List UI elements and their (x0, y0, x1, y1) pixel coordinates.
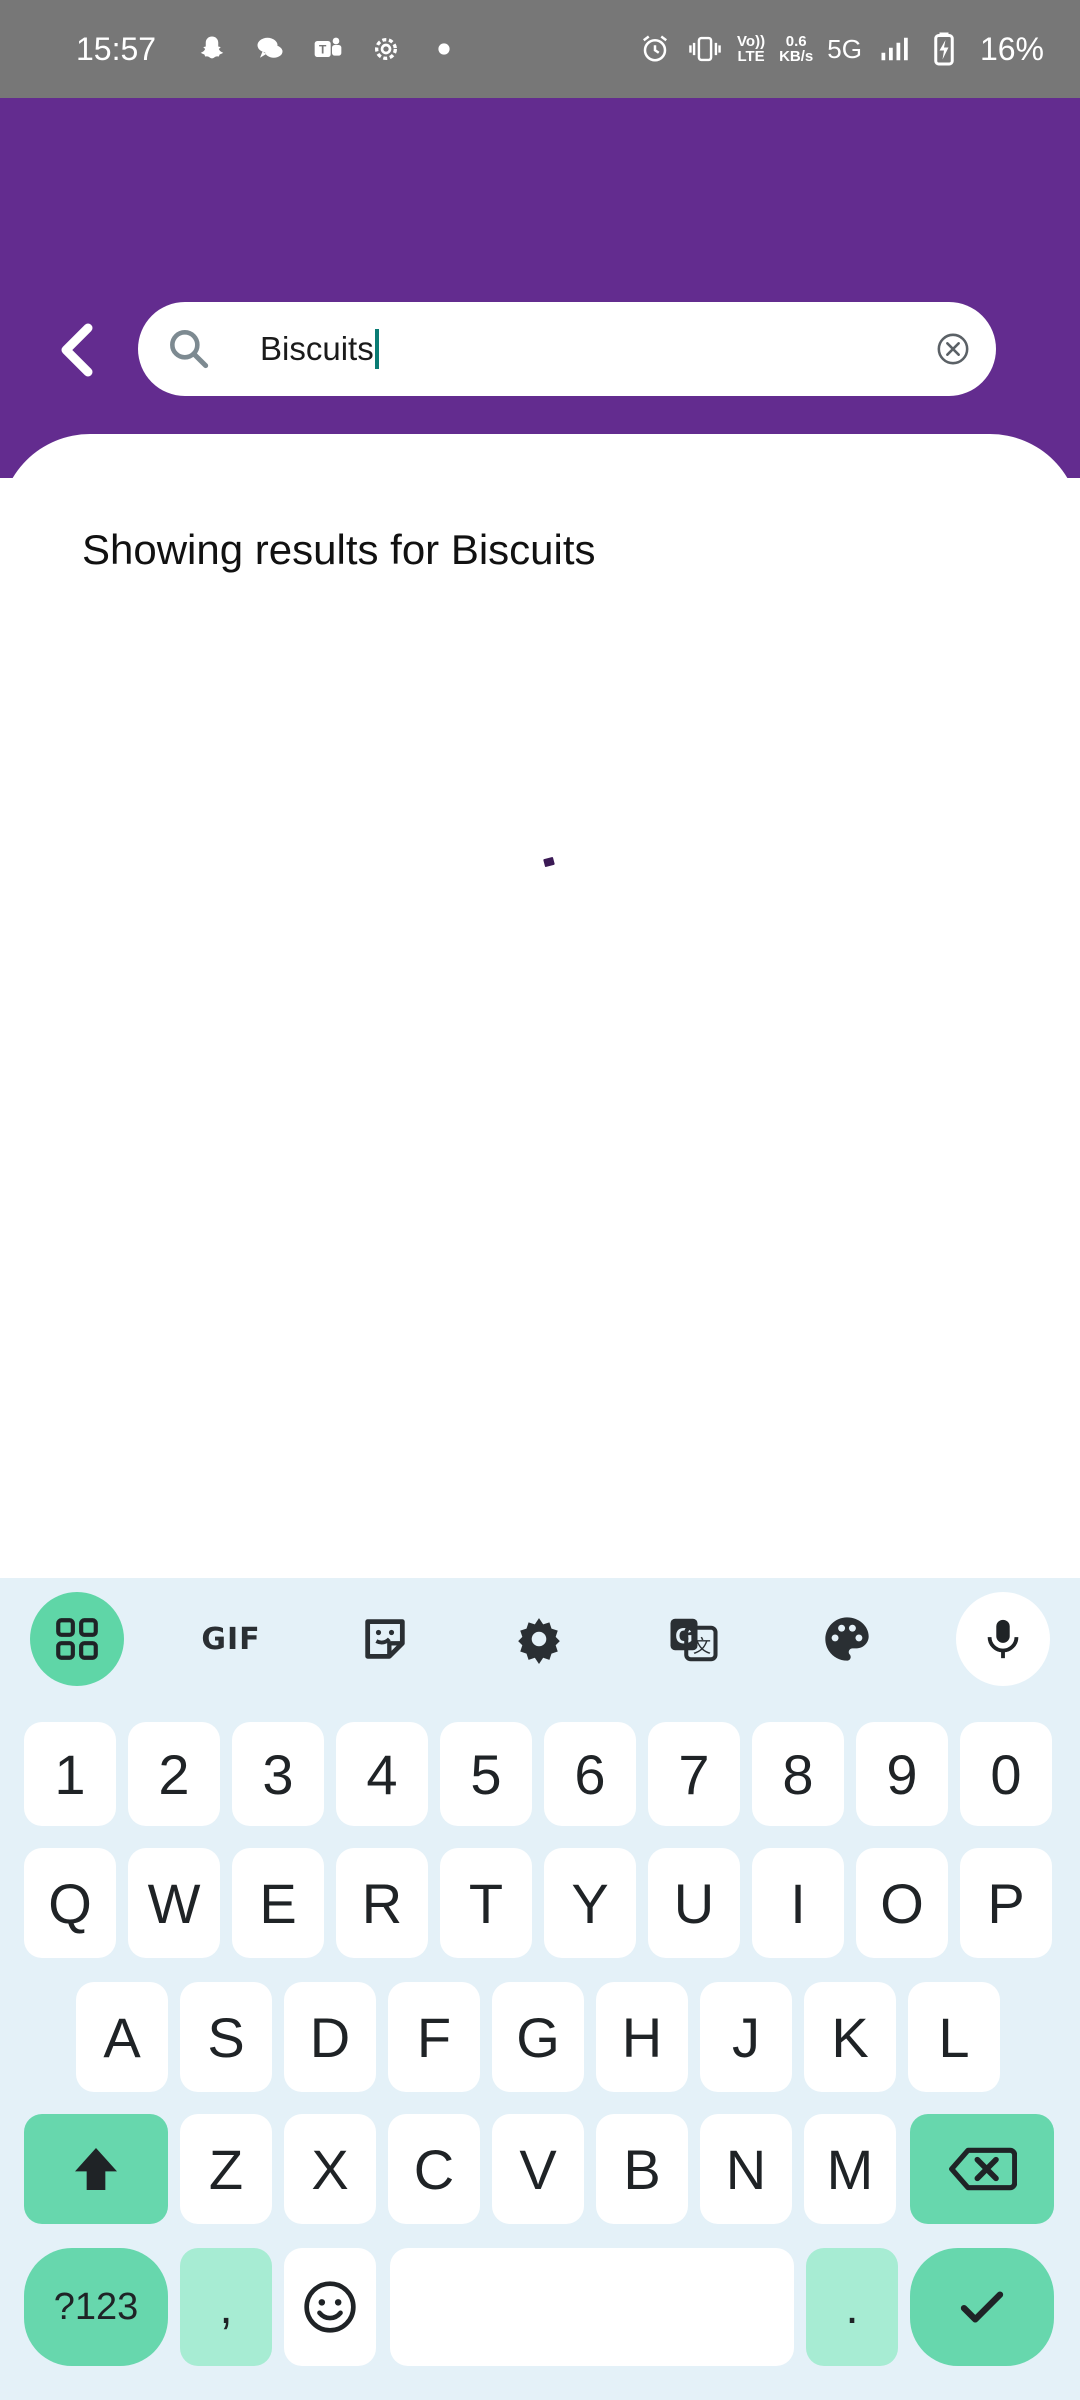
comma-key[interactable]: , (180, 2248, 272, 2366)
symbols-key[interactable]: ?123 (24, 2248, 168, 2366)
backspace-icon (949, 2147, 1017, 2191)
theme-button[interactable] (800, 1592, 894, 1686)
key-5[interactable]: 5 (440, 1722, 532, 1826)
alarm-icon (637, 31, 673, 67)
key-c[interactable]: C (388, 2114, 480, 2224)
key-m[interactable]: M (804, 2114, 896, 2224)
results-heading: Showing results for Biscuits (82, 526, 596, 573)
key-8[interactable]: 8 (752, 1722, 844, 1826)
key-u[interactable]: U (648, 1848, 740, 1958)
key-z[interactable]: Z (180, 2114, 272, 2224)
gif-label: GIF (201, 1621, 261, 1657)
key-4[interactable]: 4 (336, 1722, 428, 1826)
backspace-key[interactable] (910, 2114, 1054, 2224)
battery-percent: 16% (979, 30, 1044, 67)
shift-key[interactable] (24, 2114, 168, 2224)
key-b[interactable]: B (596, 2114, 688, 2224)
search-icon (164, 324, 214, 374)
shift-arrow-icon (75, 2148, 117, 2190)
header (0, 98, 1080, 478)
notification-dot-icon (426, 31, 462, 67)
keyboard: GIF G文 1 2 3 4 5 6 7 8 9 0 Q W E R T Y U… (0, 1578, 1080, 2400)
status-time: 15:57 (76, 30, 157, 67)
key-g[interactable]: G (492, 1982, 584, 2092)
chevron-left-icon (61, 323, 93, 377)
key-k[interactable]: K (804, 1982, 896, 2092)
key-p[interactable]: P (960, 1848, 1052, 1958)
results-panel: Showing results for Biscuits (0, 434, 1080, 1578)
search-query: Biscuits (260, 330, 374, 367)
back-button[interactable] (48, 318, 104, 382)
key-t[interactable]: T (440, 1848, 532, 1958)
search-box[interactable]: Biscuits (138, 302, 996, 396)
key-7[interactable]: 7 (648, 1722, 740, 1826)
battery-charging-icon (926, 31, 962, 67)
key-l[interactable]: L (908, 1982, 1000, 2092)
key-3[interactable]: 3 (232, 1722, 324, 1826)
status-bar: 15:57 T Vo)) LTE 0.6 KB/s 5G 16% (0, 0, 1080, 98)
space-key[interactable] (390, 2248, 794, 2366)
key-y[interactable]: Y (544, 1848, 636, 1958)
key-j[interactable]: J (700, 1982, 792, 2092)
key-x[interactable]: X (284, 2114, 376, 2224)
key-q[interactable]: Q (24, 1848, 116, 1958)
emoji-icon (304, 2281, 356, 2333)
key-9[interactable]: 9 (856, 1722, 948, 1826)
key-0[interactable]: 0 (960, 1722, 1052, 1826)
chat-bubbles-icon (252, 31, 288, 67)
key-f[interactable]: F (388, 1982, 480, 2092)
key-6[interactable]: 6 (544, 1722, 636, 1826)
snapchat-icon (194, 31, 230, 67)
search-input[interactable]: Biscuits (260, 302, 379, 396)
svg-text:文: 文 (693, 1637, 711, 1657)
enter-key[interactable] (910, 2248, 1054, 2366)
checkmark-icon (960, 2291, 1004, 2323)
svg-text:T: T (319, 43, 327, 57)
key-e[interactable]: E (232, 1848, 324, 1958)
key-r[interactable]: R (336, 1848, 428, 1958)
teams-icon: T (310, 31, 346, 67)
key-a[interactable]: A (76, 1982, 168, 2092)
clear-search-icon[interactable] (936, 332, 970, 366)
microphone-icon (987, 1619, 1019, 1659)
keyboard-settings-button[interactable] (492, 1592, 586, 1686)
loading-spinner (543, 856, 555, 868)
settings-gear-icon (368, 31, 404, 67)
key-o[interactable]: O (856, 1848, 948, 1958)
voice-input-button[interactable] (956, 1592, 1050, 1686)
translate-icon: G文 (670, 1618, 718, 1662)
key-s[interactable]: S (180, 1982, 272, 2092)
apps-grid-icon (56, 1618, 98, 1660)
apps-grid-button[interactable] (30, 1592, 124, 1686)
sticker-icon (365, 1619, 405, 1659)
key-n[interactable]: N (700, 2114, 792, 2224)
network-speed: 0.6 KB/s (779, 33, 814, 65)
signal-icon (876, 31, 912, 67)
period-key[interactable]: . (806, 2248, 898, 2366)
keyboard-toolbar: GIF G文 (0, 1578, 1080, 1698)
translate-button[interactable]: G文 (646, 1592, 740, 1686)
key-1[interactable]: 1 (24, 1722, 116, 1826)
key-v[interactable]: V (492, 2114, 584, 2224)
key-w[interactable]: W (128, 1848, 220, 1958)
palette-icon (825, 1617, 869, 1661)
gear-icon (518, 1618, 560, 1664)
sticker-button[interactable] (338, 1592, 432, 1686)
key-h[interactable]: H (596, 1982, 688, 2092)
vibrate-icon (687, 31, 723, 67)
key-2[interactable]: 2 (128, 1722, 220, 1826)
key-d[interactable]: D (284, 1982, 376, 2092)
network-type: 5G (827, 33, 862, 64)
gif-button[interactable]: GIF (184, 1592, 278, 1686)
key-i[interactable]: I (752, 1848, 844, 1958)
volte-indicator: Vo)) LTE (737, 33, 766, 65)
emoji-key[interactable] (284, 2248, 376, 2366)
text-caret (374, 329, 379, 369)
